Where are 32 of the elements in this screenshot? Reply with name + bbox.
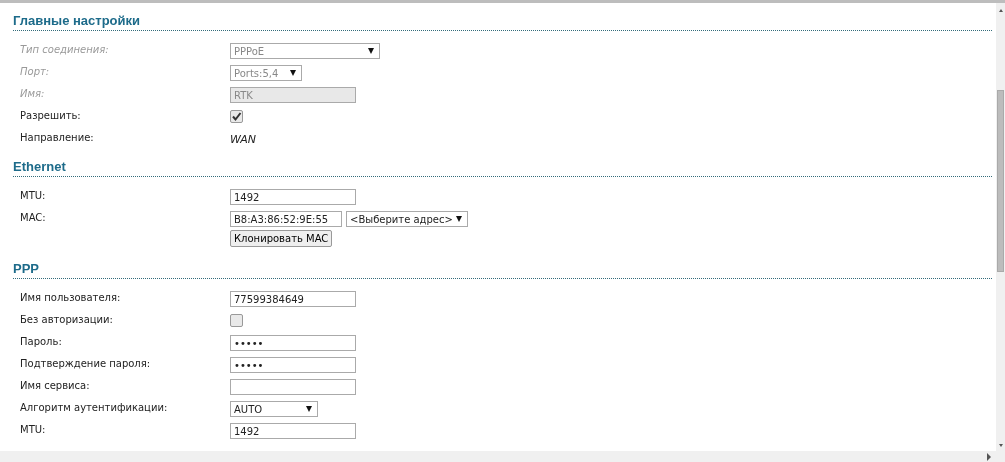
field-label: Пароль:: [20, 335, 63, 347]
input-field[interactable]: [230, 379, 356, 395]
section-heading: Ethernet: [13, 159, 992, 177]
field-label: Без авторизации:: [20, 313, 114, 325]
field-label: Имя сервиса:: [20, 379, 91, 391]
field-label: Направление:: [20, 131, 95, 143]
checkbox[interactable]: [230, 314, 243, 327]
field-value: WAN: [230, 132, 257, 146]
input-field[interactable]: 1492: [230, 423, 356, 439]
dropdown[interactable]: AUTO: [230, 401, 318, 417]
field-label: MTU:: [20, 189, 47, 201]
clone-mac-button[interactable]: Клонировать MAC: [230, 230, 333, 247]
checkbox[interactable]: [230, 110, 243, 123]
section-heading: Главные настройки: [13, 13, 992, 31]
input-field[interactable]: B8:A3:86:52:9E:55: [230, 211, 342, 227]
dropdown[interactable]: <Выберите адрес>: [346, 211, 468, 227]
field-label: Алгоритм аутентификации:: [20, 401, 169, 413]
field-label: Подтверждение пароля:: [20, 357, 152, 369]
input-field[interactable]: 77599384649: [230, 291, 356, 307]
horizontal-scrollbar[interactable]: [0, 451, 1005, 462]
input-field[interactable]: •••••: [230, 335, 356, 351]
field-label: Разрешить:: [20, 109, 82, 121]
input-field[interactable]: •••••: [230, 357, 356, 373]
field-label: MAC:: [20, 211, 47, 223]
section-heading: PPP: [13, 261, 992, 279]
field-label: MTU:: [20, 423, 47, 435]
field-label: Тип соединения:: [20, 43, 110, 55]
input-field[interactable]: 1492: [230, 189, 356, 205]
field-label: Имя пользователя:: [20, 291, 122, 303]
field-label: Имя:: [20, 87, 46, 99]
field-label: Порт:: [20, 65, 51, 77]
vertical-scrollbar[interactable]: [996, 3, 1005, 451]
